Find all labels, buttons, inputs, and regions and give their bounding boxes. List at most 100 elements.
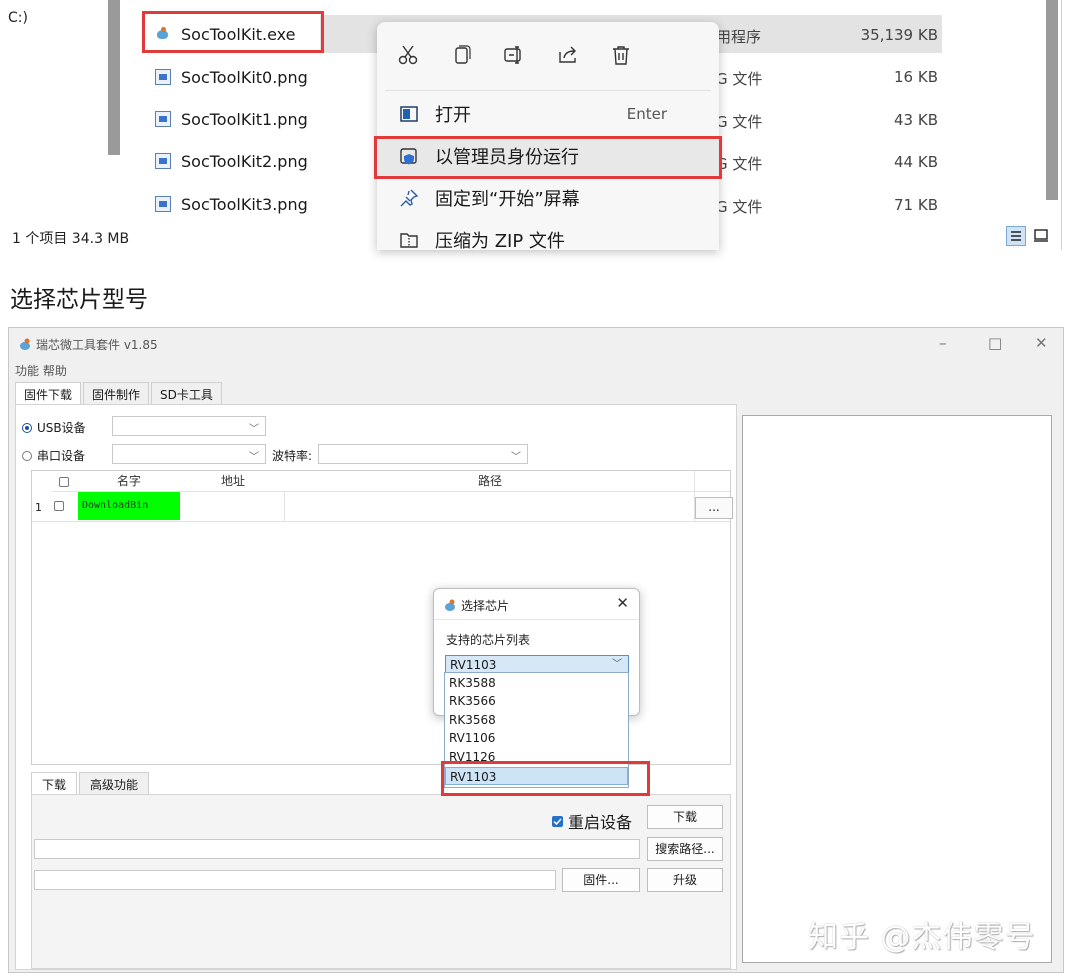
chip-select-value: RV1103: [450, 658, 497, 672]
delete-icon[interactable]: [610, 44, 632, 66]
section-heading: 选择芯片型号: [10, 287, 148, 313]
baud-rate-select[interactable]: ﹀: [318, 444, 528, 464]
file-row-soctoolkit0-png[interactable]: SocToolKit0.png: [155, 59, 308, 95]
restart-device-label: 重启设备: [568, 813, 633, 832]
file-type: 用程序: [716, 28, 762, 46]
menu-item-compress-zip[interactable]: 压缩为 ZIP 文件: [377, 220, 719, 250]
file-name: SocToolKit1.png: [181, 109, 308, 129]
menu-item-label: 打开: [435, 105, 471, 126]
chevron-down-icon: ﹀: [249, 452, 259, 463]
chip-option-rv1106[interactable]: RV1106: [445, 729, 628, 747]
chip-option-rk3566[interactable]: RK3566: [445, 692, 628, 710]
file-explorer: C:) SocToolKit.exe SocToolKit0.png SocTo…: [0, 0, 1065, 250]
png-icon: [155, 153, 171, 169]
tab-firmware-download[interactable]: 固件下载: [15, 382, 82, 404]
tab-advanced[interactable]: 高级功能: [79, 772, 150, 796]
share-icon[interactable]: [557, 44, 579, 66]
pin-icon: [399, 188, 419, 208]
drive-label-partial: C:): [8, 10, 28, 26]
file-list-scrollbar[interactable]: [1046, 0, 1058, 200]
menu-item-pin-to-start[interactable]: 固定到“开始”屏幕: [377, 178, 719, 218]
usb-device-label: USB设备: [37, 421, 86, 435]
row-divider: [32, 521, 730, 522]
serial-device-select[interactable]: ﹀: [112, 444, 266, 464]
file-type: G 文件: [716, 198, 763, 216]
usb-device-radio[interactable]: USB设备: [22, 419, 86, 436]
chip-option-rk3588[interactable]: RK3588: [445, 674, 628, 692]
run-as-admin-highlight-box: [374, 136, 722, 179]
serial-device-label: 串口设备: [37, 449, 86, 463]
file-type: G 文件: [716, 155, 763, 173]
main-tabs: 固件下载 固件制作 SD卡工具: [15, 382, 224, 404]
menu-item-label: 压缩为 ZIP 文件: [435, 231, 565, 250]
header-checkbox[interactable]: [59, 477, 69, 487]
chip-option-rk3568[interactable]: RK3568: [445, 711, 628, 729]
cut-icon[interactable]: [397, 44, 419, 66]
maximize-button[interactable]: □: [988, 334, 1002, 352]
search-path-field[interactable]: [34, 839, 640, 859]
usb-device-select[interactable]: ﹀: [112, 416, 266, 436]
menu-bar[interactable]: 功能 帮助: [15, 362, 67, 379]
context-menu-separator: [385, 90, 711, 91]
file-size: 44 KB: [894, 153, 938, 171]
app-icon: [445, 599, 455, 611]
window-title-bar: 瑞芯微工具套件 v1.85: [19, 336, 158, 353]
file-type: G 文件: [716, 113, 763, 131]
chip-list-label: 支持的芯片列表: [446, 633, 531, 647]
dialog-divider: [434, 619, 639, 620]
minimize-button[interactable]: –: [939, 334, 947, 352]
column-header-path: 路径: [477, 474, 502, 488]
list-icon: [1011, 231, 1021, 241]
column-divider: [284, 491, 285, 521]
window-title: 瑞芯微工具套件 v1.85: [36, 338, 158, 352]
file-name: SocToolKit3.png: [181, 194, 308, 214]
open-icon: [399, 104, 419, 124]
browse-path-button[interactable]: ...: [695, 497, 733, 519]
app-icon: [20, 338, 30, 350]
row-index: 1: [35, 501, 42, 514]
tab-firmware-build[interactable]: 固件制作: [83, 382, 150, 404]
menu-item-label: 固定到“开始”屏幕: [435, 189, 580, 210]
rename-icon[interactable]: [503, 44, 525, 66]
file-type: G 文件: [716, 70, 763, 88]
details-view-button[interactable]: [1006, 226, 1026, 246]
file-size: 71 KB: [894, 196, 938, 214]
download-button[interactable]: 下载: [647, 805, 723, 829]
png-icon: [155, 111, 171, 127]
row-checkbox[interactable]: [54, 501, 64, 511]
serial-device-radio[interactable]: 串口设备: [22, 447, 85, 464]
file-size: 35,139 KB: [860, 26, 938, 44]
close-button[interactable]: ✕: [1035, 334, 1048, 352]
firmware-button[interactable]: 固件...: [562, 868, 640, 892]
file-row-soctoolkit1-png[interactable]: SocToolKit1.png: [155, 101, 308, 137]
dialog-title: 选择芯片: [461, 599, 510, 613]
checkbox-checked-icon: [552, 815, 563, 827]
tiles-view-button[interactable]: [1032, 226, 1052, 246]
upgrade-button[interactable]: 升级: [647, 868, 723, 892]
radio-selected-icon: [22, 422, 32, 433]
menu-item-shortcut: Enter: [626, 105, 667, 123]
tab-download[interactable]: 下载: [31, 772, 78, 796]
context-menu-toolbar: [377, 22, 719, 88]
exe-highlight-box: [142, 11, 324, 53]
menu-item-open[interactable]: 打开 Enter: [377, 94, 719, 134]
rv1103-highlight-box: [441, 761, 650, 796]
file-name: SocToolKit2.png: [181, 151, 308, 171]
file-row-soctoolkit2-png[interactable]: SocToolKit2.png: [155, 143, 308, 179]
navigation-pane-scrollbar[interactable]: [108, 0, 120, 155]
restart-device-checkbox[interactable]: 重启设备: [552, 809, 632, 833]
file-size: 43 KB: [894, 111, 938, 129]
dialog-close-button[interactable]: ✕: [616, 594, 629, 612]
row-name-cell[interactable]: DownloadBin: [78, 492, 180, 520]
file-name: SocToolKit0.png: [181, 67, 308, 87]
copy-icon[interactable]: [451, 44, 473, 66]
search-path-button[interactable]: 搜索路径...: [647, 837, 723, 861]
log-output-panel[interactable]: [742, 415, 1052, 963]
lower-tabs: 下载 高级功能: [31, 772, 151, 796]
firmware-path-field[interactable]: [34, 870, 556, 890]
file-row-soctoolkit3-png[interactable]: SocToolKit3.png: [155, 186, 308, 222]
tab-sd-card-tool[interactable]: SD卡工具: [151, 382, 222, 404]
png-icon: [155, 196, 171, 212]
column-header-name: 名字: [116, 474, 141, 488]
download-controls-panel: 重启设备 下载 搜索路径... 固件... 升级: [31, 794, 731, 969]
